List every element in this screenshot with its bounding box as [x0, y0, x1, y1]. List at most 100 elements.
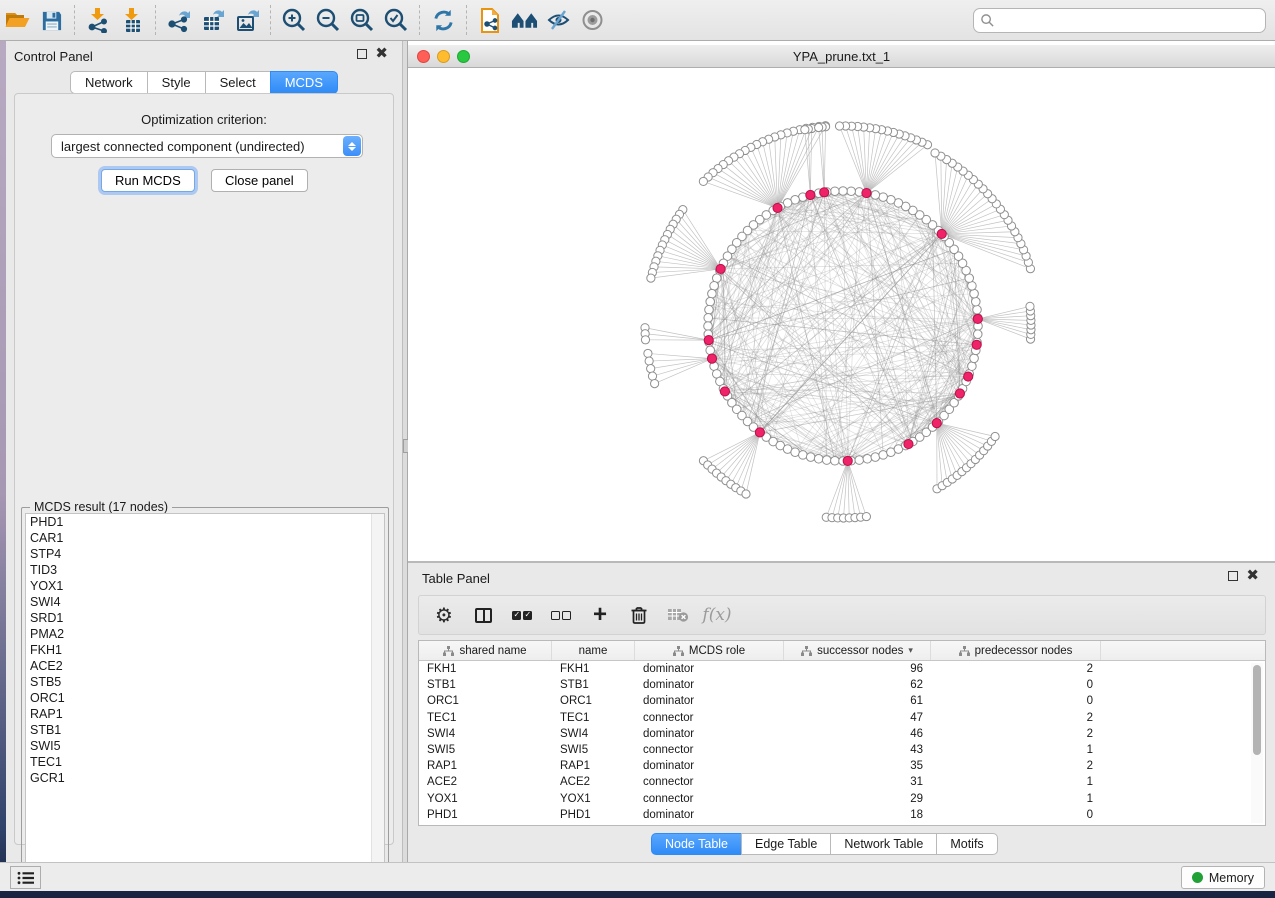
table-scrollbar[interactable] — [1251, 663, 1263, 823]
delete-columns-button[interactable] — [626, 602, 652, 628]
task-history-button[interactable] — [10, 866, 41, 889]
tab-select[interactable]: Select — [205, 71, 270, 94]
mcds-list-scrollbar[interactable] — [371, 514, 384, 872]
table-row[interactable]: FKH1FKH1dominator962 — [419, 661, 1265, 677]
network-view[interactable] — [408, 68, 1275, 561]
add-column-button[interactable]: + — [587, 602, 613, 628]
mcds-result-item[interactable]: FKH1 — [26, 642, 384, 658]
plus-icon: + — [593, 605, 607, 625]
float-table-panel-icon[interactable] — [1228, 571, 1238, 581]
zoom-in-icon — [281, 7, 307, 33]
network-file-icon — [478, 7, 503, 34]
toolbar-separator — [419, 5, 420, 35]
mcds-result-item[interactable]: CAR1 — [26, 530, 384, 546]
mcds-result-item[interactable]: TID3 — [26, 562, 384, 578]
network-window-titlebar[interactable]: YPA_prune.txt_1 — [408, 45, 1275, 68]
close-window-icon[interactable] — [417, 50, 430, 63]
cell-successor-nodes: 46 — [784, 726, 931, 742]
mcds-result-item[interactable]: SRD1 — [26, 610, 384, 626]
mcds-result-item[interactable]: STB1 — [26, 722, 384, 738]
table-row[interactable]: SWI4SWI4dominator462 — [419, 726, 1265, 742]
mcds-result-item[interactable]: STB5 — [26, 674, 384, 690]
mcds-result-item[interactable]: SWI5 — [26, 738, 384, 754]
column-header-name[interactable]: name — [552, 641, 635, 660]
tab-network[interactable]: Network — [70, 71, 147, 94]
mcds-result-item[interactable]: ACE2 — [26, 658, 384, 674]
deselect-all-button[interactable] — [548, 602, 574, 628]
memory-button[interactable]: Memory — [1181, 866, 1265, 889]
show-hidden-button[interactable] — [575, 3, 609, 37]
delete-table-button[interactable] — [665, 602, 691, 628]
cell-shared-name: ACE2 — [419, 774, 552, 790]
cell-name: PHD1 — [552, 807, 635, 823]
refresh-layout-button[interactable] — [426, 3, 460, 37]
columns-icon — [475, 608, 492, 623]
mcds-result-item[interactable]: PMA2 — [26, 626, 384, 642]
maximize-window-icon[interactable] — [457, 50, 470, 63]
export-image-button[interactable] — [230, 3, 264, 37]
tab-edge-table[interactable]: Edge Table — [741, 833, 830, 855]
import-network-button[interactable] — [81, 3, 115, 37]
table-row[interactable]: TEC1TEC1connector472 — [419, 710, 1265, 726]
hide-selected-button[interactable] — [541, 3, 575, 37]
zoom-in-button[interactable] — [277, 3, 311, 37]
cell-successor-nodes: 29 — [784, 791, 931, 807]
table-row[interactable]: ORC1ORC1dominator610 — [419, 693, 1265, 709]
mcds-result-item[interactable]: ORC1 — [26, 690, 384, 706]
mcds-result-item[interactable]: SWI4 — [26, 594, 384, 610]
mcds-result-item[interactable]: GCR1 — [26, 770, 384, 786]
export-network-icon — [166, 7, 193, 33]
cell-MCDS-role: dominator — [635, 807, 784, 823]
tab-motifs[interactable]: Motifs — [936, 833, 997, 855]
table-row[interactable]: ACE2ACE2connector311 — [419, 774, 1265, 790]
cell-MCDS-role: connector — [635, 774, 784, 790]
import-table-button[interactable] — [115, 3, 149, 37]
table-row[interactable]: STB1STB1dominator620 — [419, 677, 1265, 693]
table-row[interactable]: PHD1PHD1dominator180 — [419, 807, 1265, 823]
mcds-result-list[interactable]: PHD1CAR1STP4TID3YOX1SWI4SRD1PMA2FKH1ACE2… — [25, 513, 385, 873]
mcds-result-item[interactable]: STP4 — [26, 546, 384, 562]
table-settings-button[interactable]: ⚙ — [431, 602, 457, 628]
main-toolbar — [0, 0, 1275, 41]
mcds-result-item[interactable]: PHD1 — [26, 514, 384, 530]
tab-mcds[interactable]: MCDS — [270, 71, 338, 94]
column-layout-button[interactable] — [470, 602, 496, 628]
cell-shared-name: PHD1 — [419, 807, 552, 823]
export-network-button[interactable] — [162, 3, 196, 37]
scrollbar-thumb[interactable] — [1253, 665, 1261, 755]
network-from-file-button[interactable] — [473, 3, 507, 37]
column-header-predecessor-nodes[interactable]: predecessor nodes — [931, 641, 1101, 660]
criterion-dropdown[interactable]: largest connected component (undirected) — [51, 134, 363, 158]
cell-shared-name: ORC1 — [419, 693, 552, 709]
table-row[interactable]: RAP1RAP1dominator352 — [419, 758, 1265, 774]
tab-network-table[interactable]: Network Table — [830, 833, 936, 855]
function-builder-button[interactable]: f(x) — [704, 602, 730, 628]
tab-style[interactable]: Style — [147, 71, 205, 94]
minimize-window-icon[interactable] — [437, 50, 450, 63]
export-table-button[interactable] — [196, 3, 230, 37]
open-file-button[interactable] — [0, 3, 34, 37]
close-panel-icon[interactable]: ✖ — [375, 49, 388, 59]
save-session-button[interactable] — [34, 3, 68, 37]
table-row[interactable]: YOX1YOX1connector291 — [419, 791, 1265, 807]
run-mcds-button[interactable]: Run MCDS — [101, 169, 195, 192]
zoom-selected-button[interactable] — [379, 3, 413, 37]
window-controls — [417, 50, 470, 63]
zoom-out-button[interactable] — [311, 3, 345, 37]
tab-node-table[interactable]: Node Table — [651, 833, 741, 855]
zoom-fit-button[interactable] — [345, 3, 379, 37]
search-binoculars-button[interactable] — [507, 3, 541, 37]
column-header-successor-nodes[interactable]: successor nodes▾ — [784, 641, 931, 660]
mcds-result-item[interactable]: RAP1 — [26, 706, 384, 722]
table-row[interactable]: SWI5SWI5connector431 — [419, 742, 1265, 758]
mcds-result-item[interactable]: YOX1 — [26, 578, 384, 594]
column-header-shared-name[interactable]: shared name — [419, 641, 552, 660]
mcds-result-item[interactable]: TEC1 — [26, 754, 384, 770]
close-panel-button[interactable]: Close panel — [211, 169, 308, 192]
column-header-MCDS-role[interactable]: MCDS role — [635, 641, 784, 660]
search-input[interactable] — [973, 8, 1266, 33]
close-table-panel-icon[interactable]: ✖ — [1246, 571, 1259, 581]
control-panel-title: Control Panel — [14, 49, 93, 64]
float-panel-icon[interactable] — [357, 49, 367, 59]
select-all-button[interactable] — [509, 602, 535, 628]
